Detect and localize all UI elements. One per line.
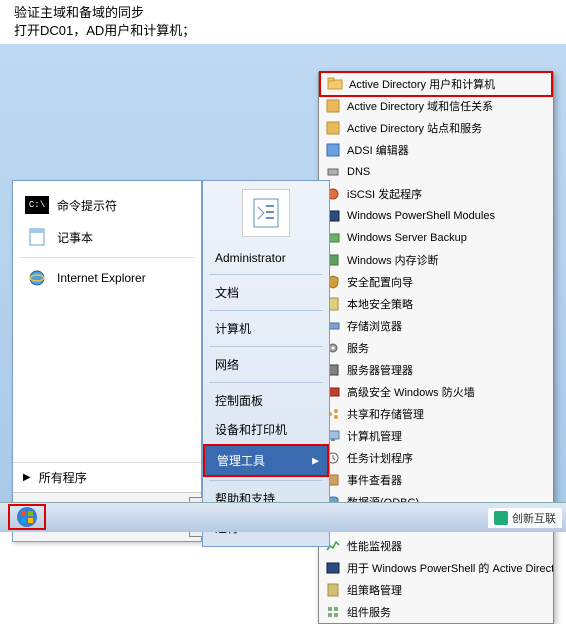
- separator: [209, 274, 323, 275]
- tool-ad-domains-trusts[interactable]: Active Directory 域和信任关系: [319, 95, 553, 117]
- tool-ad-users-computers[interactable]: Active Directory 用户和计算机: [319, 71, 553, 97]
- user-name[interactable]: Administrator: [203, 245, 329, 271]
- tool-dns[interactable]: DNS: [319, 161, 553, 183]
- menu-control-panel[interactable]: 控制面板: [203, 386, 329, 415]
- tool-powershell-modules[interactable]: Windows PowerShell Modules: [319, 205, 553, 227]
- tool-label: 高级安全 Windows 防火墙: [347, 384, 475, 400]
- tool-label: 本地安全策略: [347, 296, 413, 312]
- start-button[interactable]: [8, 504, 46, 530]
- editor-icon: [325, 142, 341, 158]
- pinned-notepad[interactable]: 记事本: [17, 221, 197, 253]
- tool-memory-diag[interactable]: Windows 内存诊断: [319, 249, 553, 271]
- tool-event-viewer[interactable]: 事件查看器: [319, 469, 553, 491]
- tool-storage-browser[interactable]: 存储浏览器: [319, 315, 553, 337]
- tool-label: Active Directory 用户和计算机: [349, 76, 495, 92]
- pinned-cmd[interactable]: C:\ 命令提示符: [17, 189, 197, 221]
- pinned-label: 记事本: [57, 229, 93, 246]
- separator: [209, 382, 323, 383]
- tool-label: 性能监视器: [347, 538, 402, 554]
- tool-label: 用于 Windows PowerShell 的 Active Directory…: [347, 560, 553, 576]
- submenu-arrow-icon: ▶: [312, 455, 319, 466]
- tool-firewall[interactable]: 高级安全 Windows 防火墙: [319, 381, 553, 403]
- tool-server-manager[interactable]: 服务器管理器: [319, 359, 553, 381]
- tool-label: 组件服务: [347, 604, 391, 620]
- menu-admin-tools[interactable]: 管理工具 ▶: [203, 444, 329, 477]
- pinned-label: Internet Explorer: [57, 271, 146, 285]
- tool-group-policy[interactable]: 组策略管理: [319, 579, 553, 601]
- instruction-line2: 打开DC01，AD用户和计算机；: [14, 22, 552, 40]
- tool-label: 计算机管理: [347, 428, 402, 444]
- tool-share-storage[interactable]: 共享和存储管理: [319, 403, 553, 425]
- dns-icon: [325, 164, 341, 180]
- menu-network[interactable]: 网络: [203, 350, 329, 379]
- tool-label: 任务计划程序: [347, 450, 413, 466]
- watermark: 创新互联: [488, 508, 562, 528]
- tool-label: Windows PowerShell Modules: [347, 210, 495, 222]
- folder-icon: [327, 76, 343, 92]
- tool-perfmon[interactable]: 性能监视器: [319, 535, 553, 557]
- tool-ad-sites-services[interactable]: Active Directory 站点和服务: [319, 117, 553, 139]
- watermark-logo-icon: [494, 511, 508, 525]
- tool-local-security[interactable]: 本地安全策略: [319, 293, 553, 315]
- separator: [19, 257, 195, 258]
- tool-label: iSCSI 发起程序: [347, 186, 422, 202]
- tool-label: DNS: [347, 166, 370, 178]
- separator: [209, 310, 323, 311]
- tool-label: 组策略管理: [347, 582, 402, 598]
- tool-label: ADSI 编辑器: [347, 142, 409, 158]
- menu-computer[interactable]: 计算机: [203, 314, 329, 343]
- gpo-icon: [325, 582, 341, 598]
- tool-iscsi[interactable]: iSCSI 发起程序: [319, 183, 553, 205]
- component-icon: [325, 604, 341, 620]
- separator: [209, 480, 323, 481]
- tool-label: 服务: [347, 340, 369, 356]
- all-programs[interactable]: ▶ 所有程序: [13, 462, 201, 492]
- start-menu-left: C:\ 命令提示符 记事本 Internet Explorer ▶ 所有程序 🔍…: [12, 180, 202, 542]
- powershell-icon: [325, 560, 341, 576]
- tool-label: 服务器管理器: [347, 362, 413, 378]
- tool-label: 事件查看器: [347, 472, 402, 488]
- tool-label: Windows 内存诊断: [347, 252, 439, 268]
- watermark-text: 创新互联: [512, 510, 556, 526]
- tool-computer-mgmt[interactable]: 计算机管理: [319, 425, 553, 447]
- triangle-icon: ▶: [23, 472, 31, 483]
- tool-ad-powershell[interactable]: 用于 Windows PowerShell 的 Active Directory…: [319, 557, 553, 579]
- tool-label: Active Directory 域和信任关系: [347, 98, 493, 114]
- user-avatar: [242, 189, 290, 237]
- notepad-icon: [23, 225, 51, 249]
- cmd-icon: C:\: [23, 193, 51, 217]
- tool-services[interactable]: 服务: [319, 337, 553, 359]
- instruction-text: 验证主域和备域的同步 打开DC01，AD用户和计算机；: [0, 0, 566, 44]
- tool-label: 安全配置向导: [347, 274, 413, 290]
- desktop-area: Active Directory 用户和计算机 Active Directory…: [0, 44, 566, 532]
- pinned-ie[interactable]: Internet Explorer: [17, 262, 197, 294]
- ad-icon: [325, 98, 341, 114]
- all-programs-label: 所有程序: [39, 469, 87, 486]
- instruction-line1: 验证主域和备域的同步: [14, 4, 552, 22]
- menu-documents[interactable]: 文档: [203, 278, 329, 307]
- separator: [209, 346, 323, 347]
- ad-icon: [325, 120, 341, 136]
- taskbar: [0, 502, 566, 532]
- menu-devices-printers[interactable]: 设备和打印机: [203, 415, 329, 444]
- admin-tools-menu: Active Directory 用户和计算机 Active Directory…: [318, 72, 554, 624]
- tool-server-backup[interactable]: Windows Server Backup: [319, 227, 553, 249]
- ie-icon: [23, 266, 51, 290]
- tool-adsi-edit[interactable]: ADSI 编辑器: [319, 139, 553, 161]
- pinned-label: 命令提示符: [57, 197, 117, 214]
- tool-label: 存储浏览器: [347, 318, 402, 334]
- tool-label: 共享和存储管理: [347, 406, 424, 422]
- tool-component-services[interactable]: 组件服务: [319, 601, 553, 623]
- tool-label: Active Directory 站点和服务: [347, 120, 482, 136]
- tool-label: Windows Server Backup: [347, 232, 467, 244]
- tool-task-scheduler[interactable]: 任务计划程序: [319, 447, 553, 469]
- start-menu-right: Administrator 文档 计算机 网络 控制面板 设备和打印机 管理工具…: [202, 180, 330, 547]
- tool-security-config[interactable]: 安全配置向导: [319, 271, 553, 293]
